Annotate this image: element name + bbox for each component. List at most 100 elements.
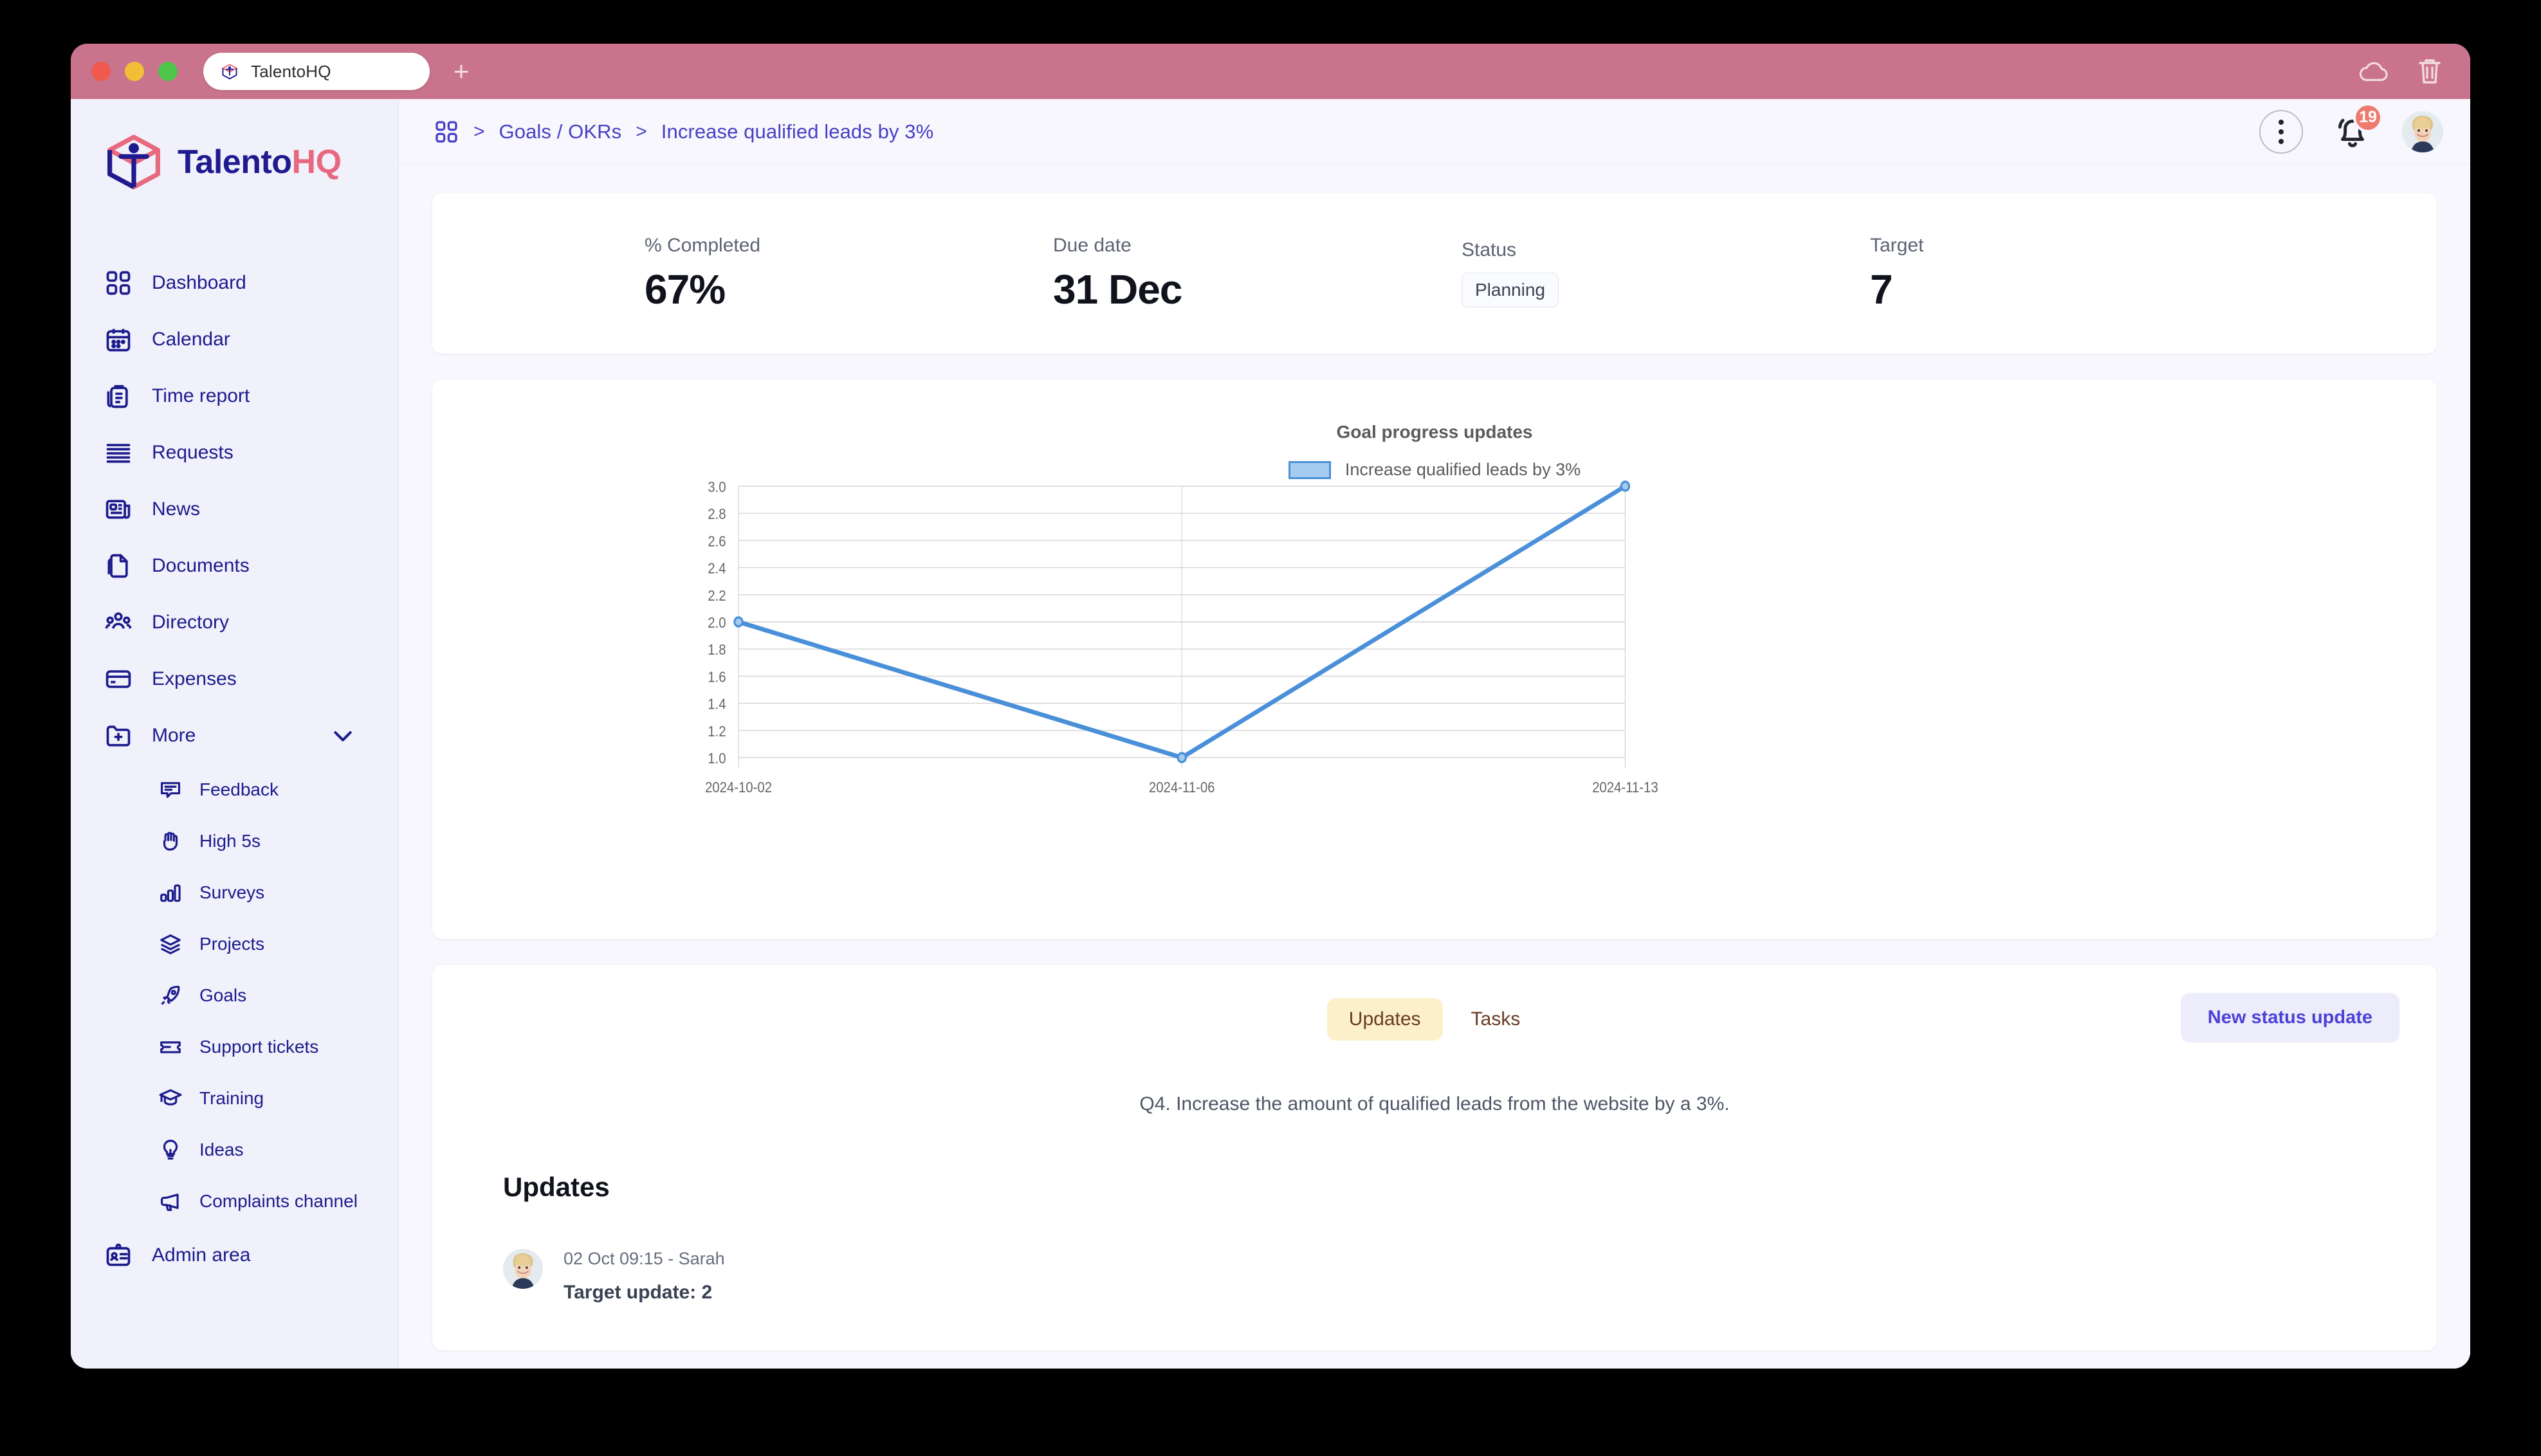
documents-icon [104, 552, 133, 580]
stat-label: % Completed [645, 235, 761, 257]
update-meta: 02 Oct 09:15 - Sarah [564, 1249, 725, 1268]
goal-description: Q4. Increase the amount of qualified lea… [1139, 1093, 1730, 1115]
updates-section-heading: Updates [503, 1172, 610, 1202]
sidebar-item-feedback[interactable]: Feedback [71, 764, 398, 815]
updates-tabs-row: Updates Tasks New status update [432, 965, 2437, 1042]
app-body: TalentoHQ Dashboard Calendar Time report… [71, 99, 2470, 1369]
sidebar-item-label: Training [199, 1088, 264, 1108]
notifications-button[interactable]: 19 [2333, 102, 2383, 152]
tab-updates[interactable]: Updates [1326, 998, 1443, 1041]
y-axis-tick-label: 1.2 [708, 723, 726, 740]
sidebar-item-requests[interactable]: Requests [71, 424, 398, 481]
new-status-update-button[interactable]: New status update [2180, 993, 2399, 1042]
stat-percent-completed: % Completed 67% [645, 235, 1053, 311]
layers-icon [158, 932, 183, 956]
chart-data-point [1620, 480, 1631, 492]
topbar-actions: 19 [2259, 102, 2443, 154]
update-body: 02 Oct 09:15 - Sarah Target update: 2 [564, 1249, 725, 1304]
sidebar-item-high-5s[interactable]: High 5s [71, 815, 398, 867]
y-axis-tick-label: 1.8 [708, 641, 726, 658]
tab-tasks[interactable]: Tasks [1449, 998, 1543, 1041]
stacked-lines-icon [104, 439, 133, 467]
avatar[interactable] [503, 1249, 543, 1289]
sidebar-item-label: High 5s [199, 831, 261, 851]
sidebar-item-news[interactable]: News [71, 481, 398, 538]
sidebar-item-surveys[interactable]: Surveys [71, 867, 398, 918]
breadcrumb-item-goals-okrs[interactable]: Goals / OKRs [499, 120, 622, 143]
x-axis-tick-label: 2024-11-06 [1149, 779, 1215, 796]
brand-logo[interactable]: TalentoHQ [71, 132, 398, 192]
y-axis-tick-label: 2.4 [708, 560, 726, 576]
sidebar-item-label: Expenses [152, 668, 237, 689]
rocket-icon [158, 983, 183, 1008]
stat-value: 31 Dec [1053, 266, 1182, 313]
sidebar-item-dashboard[interactable]: Dashboard [71, 255, 398, 311]
x-axis-tick-label: 2024-11-13 [1592, 779, 1658, 796]
y-axis-tick-label: 2.6 [708, 532, 726, 549]
sidebar-item-documents[interactable]: Documents [71, 538, 398, 594]
brand-wordmark: TalentoHQ [178, 143, 342, 181]
sidebar-item-label: Directory [152, 612, 230, 633]
grid-icon[interactable] [434, 119, 459, 145]
trash-icon[interactable] [2415, 56, 2445, 87]
goal-summary-card: % Completed 67% Due date 31 Dec Status P… [432, 193, 2437, 354]
sidebar-item-label: Documents [152, 555, 250, 576]
sidebar-item-directory[interactable]: Directory [71, 594, 398, 651]
stat-label: Status [1462, 239, 1517, 260]
list-item: 02 Oct 09:15 - Sarah Target update: 2 [503, 1249, 2437, 1304]
chevron-down-icon[interactable] [330, 723, 356, 749]
sidebar-item-label: News [152, 498, 201, 520]
brand-name-primary: Talento [178, 143, 292, 181]
browser-tab-title: TalentoHQ [251, 61, 331, 81]
sidebar: TalentoHQ Dashboard Calendar Time report… [71, 99, 399, 1369]
sidebar-item-label: Admin area [152, 1244, 251, 1266]
clipboard-list-icon [104, 382, 133, 410]
kebab-menu-icon[interactable] [2259, 109, 2303, 154]
titlebar-right-icons [2357, 44, 2445, 99]
close-window-button[interactable] [91, 62, 111, 81]
tab-strip: TalentoHQ + [203, 53, 476, 90]
sidebar-item-expenses[interactable]: Expenses [71, 651, 398, 707]
sidebar-item-label: Dashboard [152, 272, 246, 293]
tab-group: Updates Tasks [1326, 998, 1543, 1041]
sidebar-item-more[interactable]: More [71, 707, 398, 764]
browser-tab-talentohq[interactable]: TalentoHQ [203, 53, 430, 90]
chart-data-point [733, 616, 744, 628]
plus-icon[interactable]: + [446, 57, 476, 86]
sidebar-item-projects[interactable]: Projects [71, 918, 398, 970]
sidebar-item-calendar[interactable]: Calendar [71, 311, 398, 368]
sidebar-item-training[interactable]: Training [71, 1073, 398, 1124]
minimize-window-button[interactable] [125, 62, 144, 81]
content-scroll-area: % Completed 67% Due date 31 Dec Status P… [399, 165, 2470, 1369]
grid-icon [104, 269, 133, 297]
sidebar-item-label: Goals [199, 985, 247, 1005]
chart-data-point [1177, 752, 1187, 763]
sidebar-item-complaints-channel[interactable]: Complaints channel [71, 1176, 398, 1227]
main-area: > Goals / OKRs > Increase qualified lead… [399, 99, 2470, 1369]
sidebar-item-support-tickets[interactable]: Support tickets [71, 1021, 398, 1073]
calendar-icon [104, 325, 133, 354]
stat-value: 67% [645, 266, 726, 313]
sidebar-item-ideas[interactable]: Ideas [71, 1124, 398, 1176]
stat-target: Target 7 [1870, 235, 2279, 311]
stat-value: 7 [1870, 266, 1893, 313]
status-badge: Planning [1462, 273, 1559, 307]
breadcrumb-separator: > [473, 120, 485, 142]
bar-chart-icon [158, 880, 183, 905]
avatar[interactable] [2402, 111, 2443, 152]
sidebar-item-label: More [152, 725, 196, 746]
sidebar-item-time-report[interactable]: Time report [71, 368, 398, 424]
megaphone-icon [158, 1189, 183, 1214]
folder-plus-icon [104, 722, 133, 750]
ticket-icon [158, 1035, 183, 1059]
notification-badge: 19 [2353, 102, 2383, 132]
update-text: Target update: 2 [564, 1282, 713, 1303]
y-axis-tick-label: 1.4 [708, 695, 726, 712]
maximize-window-button[interactable] [158, 62, 178, 81]
sidebar-item-admin-area[interactable]: Admin area [71, 1227, 398, 1284]
y-axis-tick-label: 1.0 [708, 750, 726, 767]
cloud-icon[interactable] [2357, 58, 2392, 85]
sidebar-item-goals[interactable]: Goals [71, 970, 398, 1021]
line-chart-plot: 1.0 1.2 1.4 1.6 1.8 2.0 2.2 2.4 2.6 2.8 3.0 2024-10… [705, 478, 1658, 796]
brand-name-secondary: HQ [291, 143, 342, 181]
